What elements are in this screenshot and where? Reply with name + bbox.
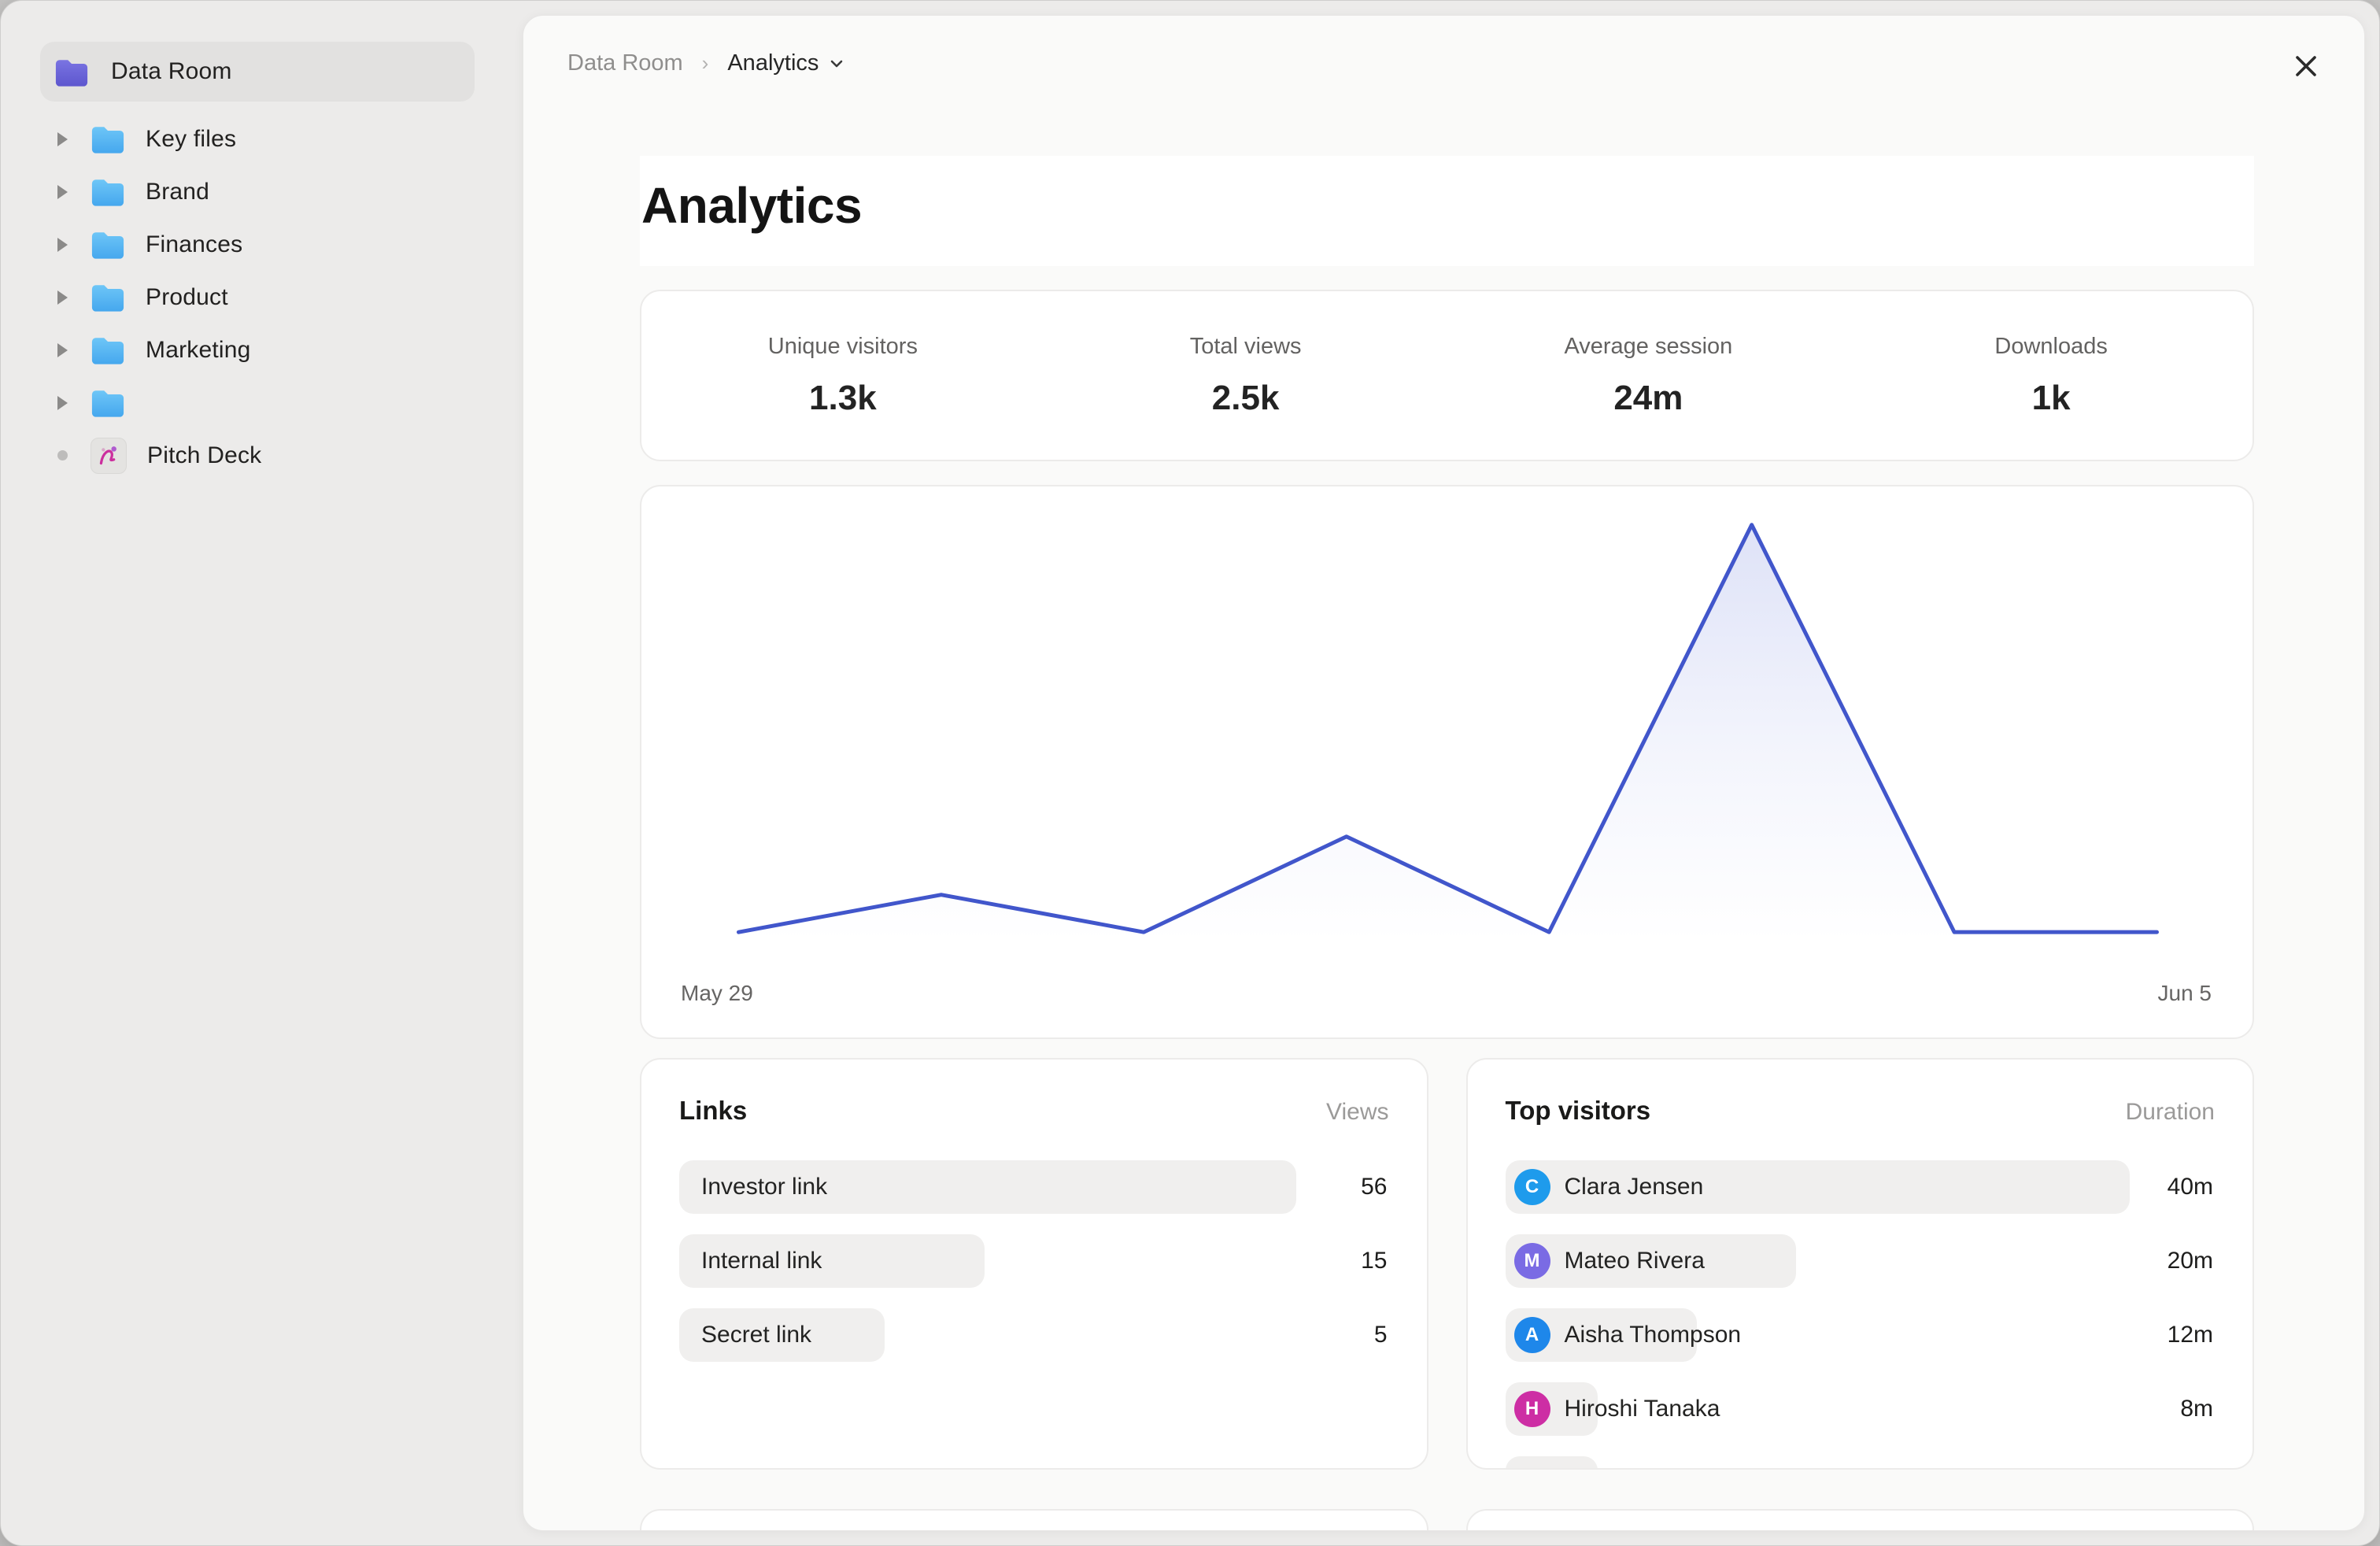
x-axis-first-label: May 29	[681, 981, 753, 1006]
avatar: C	[1514, 1169, 1550, 1205]
stat-value: 1k	[1850, 379, 2252, 418]
sidebar-item-product[interactable]: Product	[1, 271, 523, 324]
sidebar-item-marketing[interactable]: Marketing	[1, 324, 523, 376]
visitor-duration-value: 40m	[2168, 1174, 2213, 1200]
visitor-row-clipped[interactable]	[1506, 1456, 2216, 1470]
visitor-duration-value: 12m	[2168, 1322, 2213, 1348]
link-label: Investor link	[701, 1174, 827, 1200]
sidebar-item-finances[interactable]: Finances	[1, 218, 523, 271]
sidebar-item-data-room[interactable]: Data Room	[40, 42, 475, 102]
stat-label: Downloads	[1850, 334, 2252, 360]
sidebar-tree: Key files Brand Finances	[1, 113, 523, 482]
links-card: Links Views Investor link 56 Internal li…	[640, 1058, 1428, 1470]
sidebar-item-label: Pitch Deck	[147, 442, 261, 469]
sidebar-item-label: Key files	[146, 126, 236, 153]
avatar: A	[1514, 1317, 1550, 1353]
link-row-internal[interactable]: Internal link 15	[679, 1234, 1389, 1288]
disclosure-triangle-icon[interactable]	[57, 396, 68, 410]
sidebar-item-label: Finances	[146, 231, 242, 258]
app-window: Data Room Key files Brand	[0, 0, 2380, 1546]
disclosure-triangle-icon[interactable]	[57, 238, 68, 252]
views-column-header: Views	[1326, 1099, 1388, 1126]
sidebar-item-pitch-deck[interactable]: Pitch Deck	[1, 429, 523, 482]
folder-icon	[91, 230, 125, 259]
top-visitors-card-title: Top visitors	[1506, 1096, 1651, 1126]
stat-unique-visitors: Unique visitors 1.3k	[641, 334, 1044, 418]
visitor-row-clara-jensen[interactable]: C Clara Jensen 40m	[1506, 1160, 2216, 1214]
stat-label: Average session	[1447, 334, 1850, 360]
chart-area-fill	[738, 525, 2156, 941]
link-row-investor[interactable]: Investor link 56	[679, 1160, 1389, 1214]
link-views-value: 15	[1361, 1248, 1387, 1274]
visitor-row-aisha-thompson[interactable]: A Aisha Thompson 12m	[1506, 1308, 2216, 1362]
sidebar-item-key-files[interactable]: Key files	[1, 113, 523, 165]
stat-total-views: Total views 2.5k	[1044, 334, 1447, 418]
analytics-content: Analytics Unique visitors 1.3k Total vie…	[640, 16, 2254, 1531]
link-label: Internal link	[701, 1248, 822, 1274]
line-chart-canvas	[641, 486, 2252, 1037]
avatar: M	[1514, 1243, 1550, 1279]
chart-line	[738, 525, 2156, 932]
stat-value: 1.3k	[641, 379, 1044, 418]
pitch-deck-thumbnail-icon	[91, 438, 127, 474]
close-button[interactable]	[2287, 47, 2325, 85]
folder-icon	[91, 124, 125, 153]
page-title: Analytics	[641, 176, 2246, 235]
visitor-name: Hiroshi Tanaka	[1565, 1396, 1720, 1422]
x-axis-last-label: Jun 5	[2158, 981, 2212, 1006]
visitor-name: Mateo Rivera	[1565, 1248, 1705, 1274]
visitor-bar	[1506, 1456, 1598, 1470]
disclosure-triangle-icon[interactable]	[57, 343, 68, 357]
disclosure-triangle-icon[interactable]	[57, 290, 68, 305]
links-card-title: Links	[679, 1096, 747, 1126]
sidebar-item-brand[interactable]: Brand	[1, 165, 523, 218]
stat-downloads: Downloads 1k	[1850, 334, 2252, 418]
link-label: Secret link	[701, 1322, 811, 1348]
visitor-duration-value: 20m	[2168, 1248, 2213, 1274]
stat-label: Total views	[1044, 334, 1447, 360]
sidebar-item-info[interactable]	[1, 376, 523, 429]
top-visitors-card: Top visitors Duration C Clara Jensen 40m	[1466, 1058, 2255, 1470]
panels-grid: Links Views Investor link 56 Internal li…	[640, 1058, 2254, 1531]
folder-icon	[91, 388, 125, 417]
sidebar-item-label: Brand	[146, 179, 209, 205]
visits-line-chart: May 29 Jun 5	[640, 485, 2254, 1039]
stat-value: 24m	[1447, 379, 1850, 418]
duration-column-header: Duration	[2126, 1099, 2215, 1126]
visitor-row-hiroshi-tanaka[interactable]: H Hiroshi Tanaka 8m	[1506, 1382, 2216, 1436]
folder-icon	[91, 335, 125, 364]
link-row-secret[interactable]: Secret link 5	[679, 1308, 1389, 1362]
folder-purple-icon	[54, 57, 89, 87]
sidebar-item-label: Marketing	[146, 337, 251, 364]
locations-card: Locations Visits	[1466, 1509, 2255, 1531]
link-views-value: 56	[1361, 1174, 1387, 1200]
analytics-panel: Data Room › Analytics Analytics Unique v…	[523, 15, 2365, 1531]
visitor-duration-value: 8m	[2180, 1396, 2213, 1422]
title-band: Analytics	[640, 156, 2254, 266]
stats-card: Unique visitors 1.3k Total views 2.5k Av…	[640, 290, 2254, 461]
disclosure-triangle-icon[interactable]	[57, 185, 68, 199]
close-icon	[2291, 51, 2321, 81]
avatar: H	[1514, 1391, 1550, 1427]
dot-bullet-icon	[57, 450, 68, 460]
link-views-value: 5	[1374, 1322, 1388, 1348]
visitor-name: Clara Jensen	[1565, 1174, 1704, 1200]
disclosure-triangle-icon[interactable]	[57, 132, 68, 146]
sidebar: Data Room Key files Brand	[1, 1, 523, 1545]
stat-label: Unique visitors	[641, 334, 1044, 360]
stat-average-session: Average session 24m	[1447, 334, 1850, 418]
sidebar-item-label: Data Room	[111, 58, 232, 85]
visitor-name: Aisha Thompson	[1565, 1322, 1742, 1348]
folder-icon	[91, 177, 125, 206]
sidebar-item-label: Product	[146, 284, 228, 311]
top-files-card: Top files Visits	[640, 1509, 1428, 1531]
folder-icon	[91, 283, 125, 312]
stat-value: 2.5k	[1044, 379, 1447, 418]
visitor-row-mateo-rivera[interactable]: M Mateo Rivera 20m	[1506, 1234, 2216, 1288]
